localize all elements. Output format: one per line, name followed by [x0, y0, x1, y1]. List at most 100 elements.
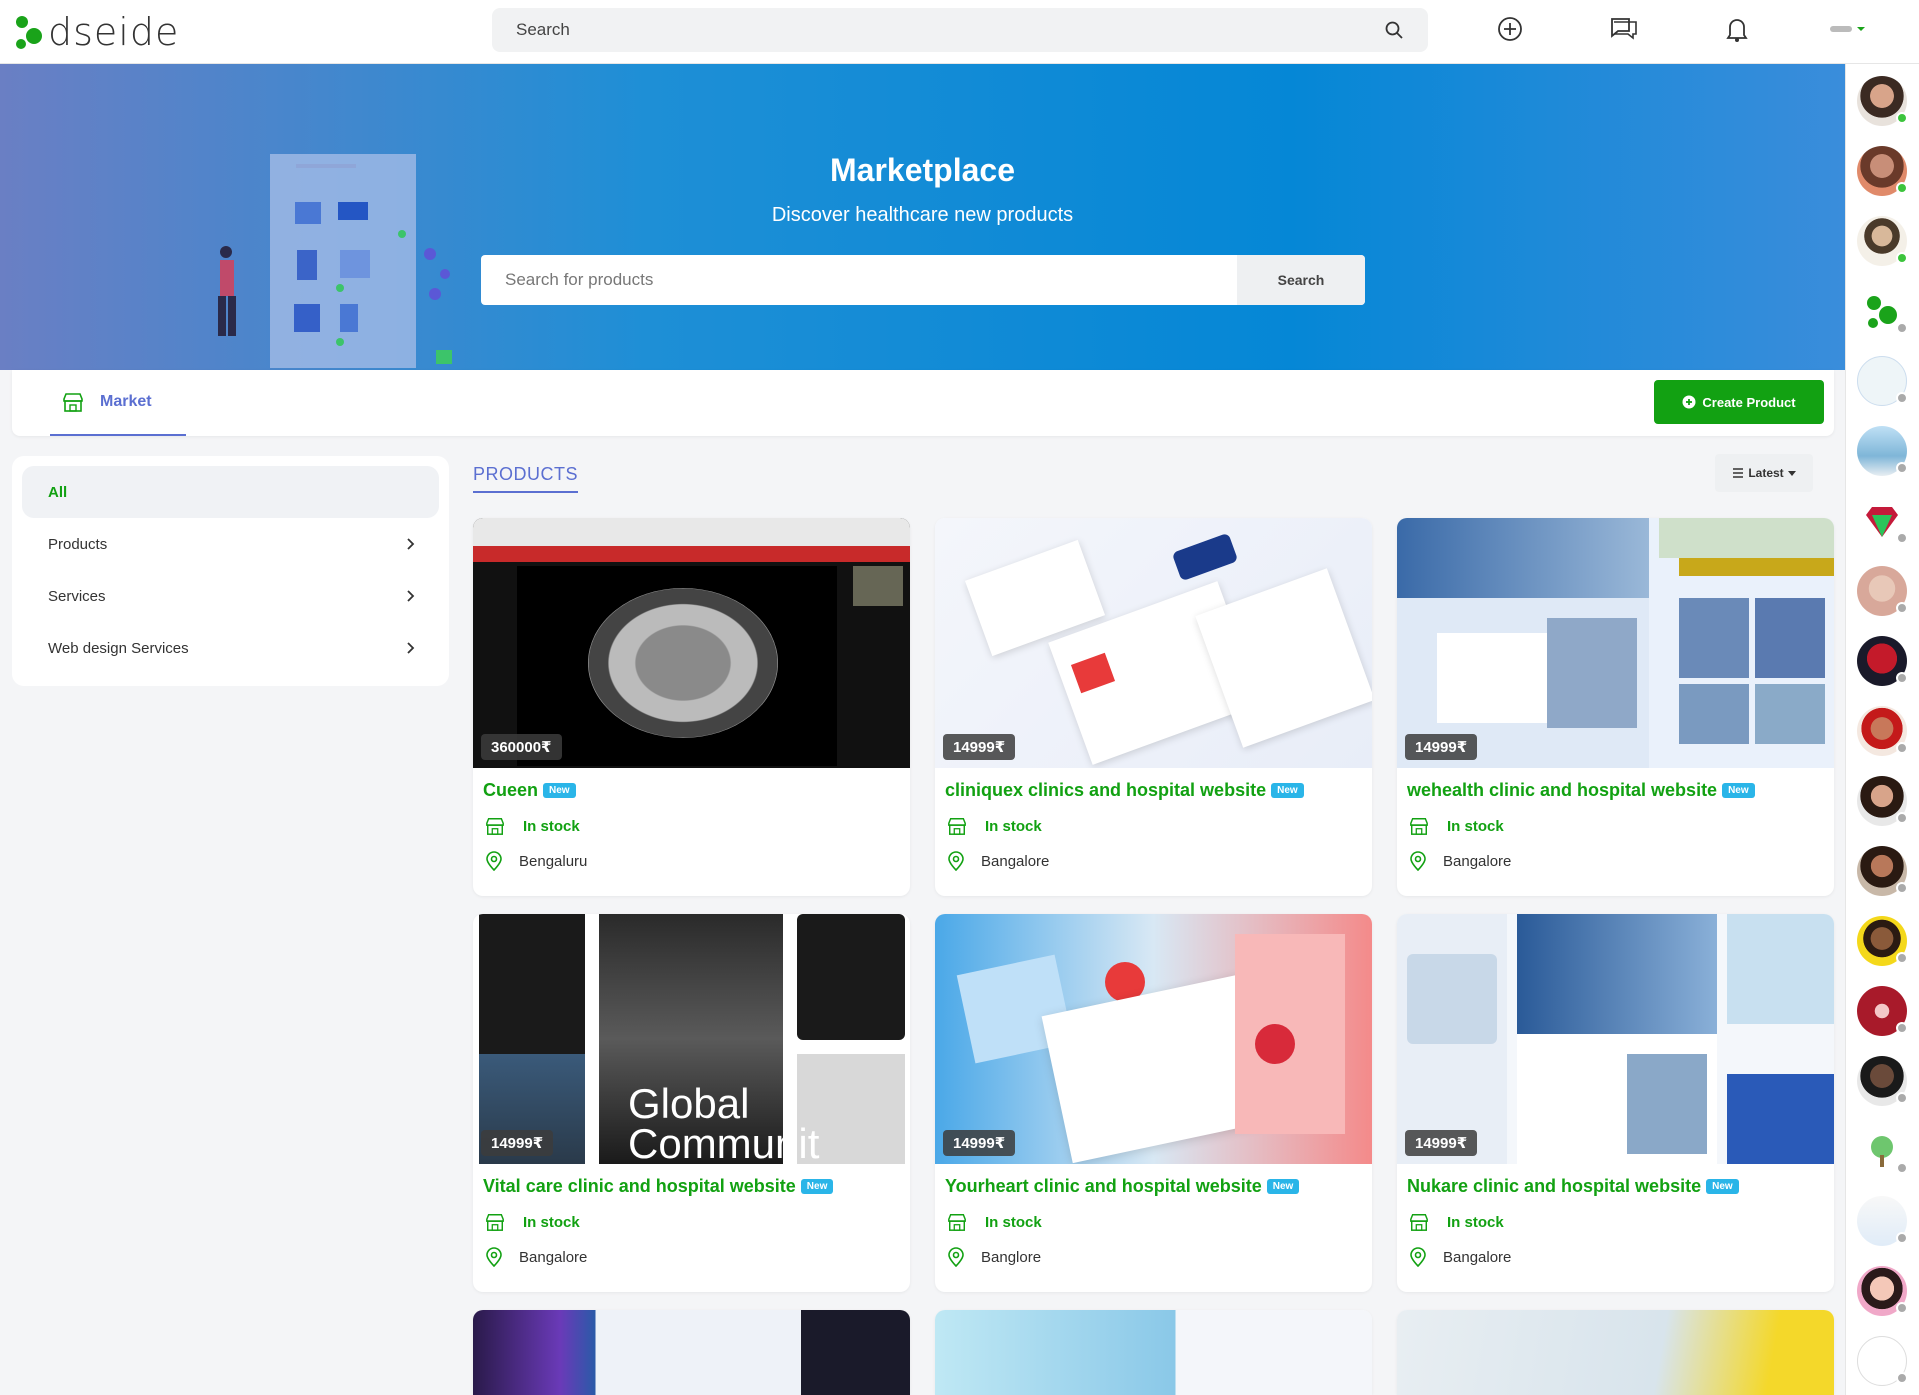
sort-dropdown[interactable]: Latest — [1715, 454, 1813, 492]
chevron-right-icon — [407, 538, 415, 550]
price-tag: 14999₹ — [481, 1130, 554, 1156]
caret-down-icon — [1787, 470, 1796, 476]
product-thumbnail[interactable]: 14999₹ — [935, 914, 1372, 1164]
product-card[interactable]: 14999₹ Nukare clinic and hospital websit… — [1397, 914, 1834, 1292]
marketplace-hero: Marketplace Discover healthcare new prod… — [0, 64, 1845, 370]
product-title-row: Nukare clinic and hospital website New — [1407, 1176, 1739, 1197]
product-card[interactable]: 360000₹ Cueen New In stock Bengaluru — [473, 518, 910, 896]
product-card[interactable]: 14999₹ Yourheart clinic and hospital web… — [935, 914, 1372, 1292]
brand-name: dseide — [48, 10, 180, 54]
search-icon[interactable] — [1384, 20, 1404, 40]
location-label: Bangalore — [981, 852, 1050, 870]
avatar[interactable] — [1857, 1336, 1908, 1386]
avatar[interactable] — [1857, 146, 1908, 196]
category-sidebar: All Products Services Web design Service… — [12, 456, 449, 686]
store-icon — [63, 393, 83, 412]
location: Bengaluru — [485, 851, 587, 871]
avatar[interactable] — [1857, 1196, 1908, 1246]
tab-market[interactable]: Market — [50, 370, 186, 436]
product-thumbnail[interactable]: 14999₹ — [1397, 914, 1834, 1164]
avatar[interactable] — [1857, 636, 1908, 686]
product-title-row: Cueen New — [483, 780, 576, 801]
product-search: Search for products Search — [481, 255, 1365, 305]
product-thumbnail[interactable] — [935, 1310, 1372, 1395]
product-title[interactable]: Vital care clinic and hospital website — [483, 1176, 796, 1197]
page-subtitle: Discover healthcare new products — [771, 204, 1074, 226]
new-badge: New — [543, 783, 576, 798]
avatar[interactable] — [1857, 916, 1908, 966]
product-card[interactable] — [1397, 1310, 1834, 1395]
product-thumbnail[interactable] — [1397, 1310, 1834, 1395]
location-pin-icon — [1410, 851, 1426, 871]
avatar[interactable] — [1857, 216, 1908, 266]
avatar[interactable] — [1857, 356, 1908, 406]
stock-status: In stock — [947, 816, 1042, 836]
page-title: Marketplace — [830, 152, 1015, 188]
logo[interactable]: dseide — [14, 8, 179, 56]
product-search-input[interactable]: Search for products — [481, 255, 1237, 305]
location: Bangalore — [1409, 851, 1511, 871]
chevron-right-icon — [407, 590, 415, 602]
avatar[interactable] — [1857, 1056, 1908, 1106]
stock-label: In stock — [1447, 817, 1504, 835]
product-thumbnail[interactable] — [473, 1310, 910, 1395]
store-icon — [948, 1214, 966, 1231]
new-badge: New — [800, 1179, 834, 1194]
avatar[interactable] — [1857, 76, 1908, 126]
bell-icon[interactable] — [1722, 14, 1752, 44]
product-title[interactable]: Nukare clinic and hospital website — [1407, 1176, 1701, 1197]
product-thumbnail[interactable]: Global Communit 14999₹ — [473, 914, 910, 1164]
location-label: Bangalore — [1443, 1248, 1512, 1266]
avatar[interactable] — [1857, 496, 1908, 546]
sidebar-item-all[interactable]: All — [22, 466, 439, 518]
avatar[interactable] — [1857, 846, 1908, 896]
stock-label: In stock — [523, 817, 580, 835]
avatar[interactable] — [1857, 706, 1908, 756]
add-circle-icon[interactable] — [1495, 14, 1525, 44]
sidebar-item-web-design-services[interactable]: Web design Services — [22, 622, 439, 674]
product-title-row: cliniquex clinics and hospital website N… — [945, 780, 1304, 801]
create-product-button[interactable]: Create Product — [1654, 380, 1824, 424]
chevron-down-icon — [1857, 27, 1865, 31]
global-search-input[interactable]: Search — [492, 8, 1428, 52]
stock-status: In stock — [485, 816, 580, 836]
product-card[interactable]: 14999₹ cliniquex clinics and hospital we… — [935, 518, 1372, 896]
location-pin-icon — [486, 1247, 502, 1267]
product-title[interactable]: wehealth clinic and hospital website — [1407, 780, 1717, 801]
avatar[interactable] — [1857, 776, 1908, 826]
avatar[interactable] — [1857, 1126, 1908, 1176]
new-badge: New — [1266, 1179, 1300, 1194]
product-title[interactable]: cliniquex clinics and hospital website — [945, 780, 1266, 801]
product-title[interactable]: Yourheart clinic and hospital website — [945, 1176, 1262, 1197]
product-thumbnail[interactable]: 14999₹ — [935, 518, 1372, 768]
avatar[interactable] — [1857, 566, 1908, 616]
chat-icon[interactable] — [1608, 14, 1638, 44]
avatar[interactable] — [1857, 286, 1908, 336]
stock-label: In stock — [523, 1213, 580, 1231]
profile-menu[interactable] — [1830, 20, 1866, 38]
product-title[interactable]: Cueen — [483, 780, 538, 801]
avatar[interactable] — [1857, 426, 1908, 476]
plus-circle-icon — [1682, 395, 1696, 409]
top-bar: dseide Search — [0, 0, 1919, 64]
product-title-row: wehealth clinic and hospital website New — [1407, 780, 1755, 801]
store-icon — [486, 1214, 504, 1231]
avatar[interactable] — [1857, 986, 1908, 1036]
product-card[interactable]: Global Communit 14999₹ Vital care clinic … — [473, 914, 910, 1292]
sidebar-item-services[interactable]: Services — [22, 570, 439, 622]
sidebar-item-products[interactable]: Products — [22, 518, 439, 570]
product-card[interactable] — [473, 1310, 910, 1395]
price-tag: 360000₹ — [481, 734, 562, 760]
store-icon — [1410, 1214, 1428, 1231]
product-search-button[interactable]: Search — [1237, 255, 1365, 305]
location-pin-icon — [1410, 1247, 1426, 1267]
product-thumbnail[interactable]: 14999₹ — [1397, 518, 1834, 768]
tab-market-label: Market — [100, 393, 152, 410]
product-card[interactable]: 14999₹ wehealth clinic and hospital webs… — [1397, 518, 1834, 896]
price-tag: 14999₹ — [943, 734, 1016, 760]
product-thumbnail[interactable]: 360000₹ — [473, 518, 910, 768]
avatar[interactable] — [1857, 1266, 1908, 1316]
chevron-right-icon — [407, 642, 415, 654]
product-card[interactable] — [935, 1310, 1372, 1395]
product-title-row: Vital care clinic and hospital website N… — [483, 1176, 834, 1197]
